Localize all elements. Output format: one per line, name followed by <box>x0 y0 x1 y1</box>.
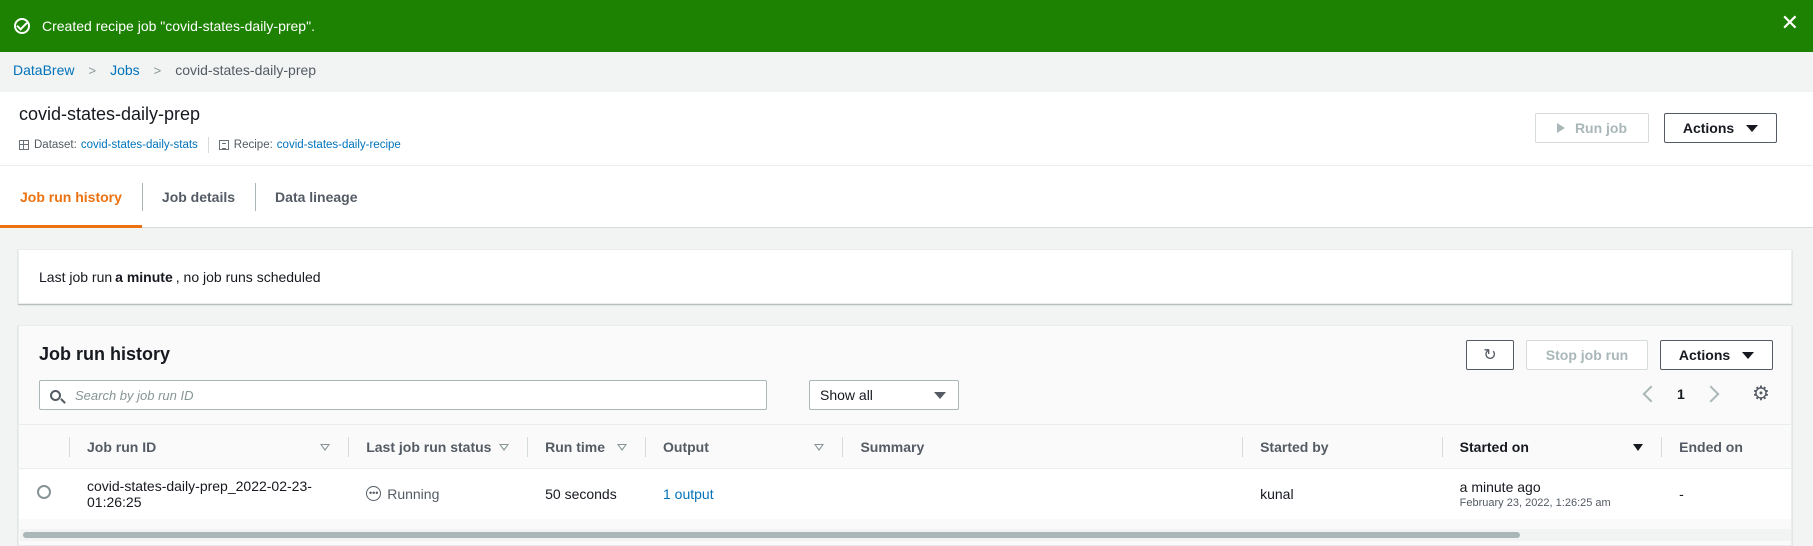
stop-job-run-label: Stop job run <box>1545 347 1629 363</box>
horizontal-scrollbar[interactable] <box>20 529 1791 541</box>
close-icon[interactable]: ✕ <box>1781 12 1799 34</box>
column-label: Last job run status <box>366 438 492 455</box>
column-started-by: Started by <box>1242 424 1442 469</box>
scrollbar-thumb[interactable] <box>23 532 1520 538</box>
page-header: covid-states-daily-prep Dataset: covid-s… <box>0 92 1813 166</box>
last-run-prefix: Last job run <box>39 268 113 285</box>
refresh-button[interactable]: ↻ <box>1466 340 1514 370</box>
status-text: Running <box>387 485 440 502</box>
run-time-cell: 50 seconds <box>545 485 617 502</box>
sort-icon[interactable] <box>814 444 825 451</box>
column-label: Output <box>663 438 709 455</box>
chevron-left-icon[interactable] <box>1642 385 1660 403</box>
sort-desc-icon[interactable] <box>1633 444 1644 451</box>
tab-bar: Job run history Job details Data lineage <box>0 166 1813 228</box>
column-summary: Summary <box>842 424 1243 469</box>
status-cell: ••• Running <box>348 469 527 519</box>
tab-job-run-history[interactable]: Job run history <box>0 166 142 228</box>
status-filter-select[interactable]: Show all <box>809 380 959 410</box>
flash-message: Created recipe job "covid-states-daily-p… <box>42 18 315 34</box>
dataset-label: Dataset: <box>34 139 77 151</box>
job-run-id-cell: covid-states-daily-prep_2022-02-23-01:26… <box>87 477 312 510</box>
page-title: covid-states-daily-prep <box>19 104 201 124</box>
column-ended-on: Ended on <box>1661 424 1791 469</box>
success-flashbar: Created recipe job "covid-states-daily-p… <box>0 0 1813 52</box>
chevron-right-icon: > <box>88 62 97 78</box>
row-radio[interactable] <box>37 485 51 500</box>
column-label: Summary <box>860 438 925 455</box>
column-label: Started by <box>1260 438 1329 455</box>
dataset-link[interactable]: covid-states-daily-stats <box>81 139 198 151</box>
column-started-on[interactable]: Started on <box>1441 424 1662 469</box>
play-icon <box>1556 123 1565 133</box>
started-on-detail: February 23, 2022, 1:26:25 am <box>1459 496 1611 509</box>
job-meta: Dataset: covid-states-daily-stats Recipe… <box>19 137 401 153</box>
pagination: 1 <box>1642 385 1720 403</box>
job-run-history-panel: Job run history ↻ Stop job run Actions S… <box>18 325 1792 546</box>
table-row: covid-states-daily-prep_2022-02-23-01:26… <box>19 469 1791 519</box>
divider <box>207 137 209 153</box>
column-run-time[interactable]: Run time <box>527 424 645 469</box>
table-header-row: Job run ID Last job run status Run time … <box>19 424 1791 469</box>
column-label: Job run ID <box>87 438 157 455</box>
recipe-icon <box>218 140 229 150</box>
column-label: Started on <box>1459 438 1529 455</box>
stop-job-run-button[interactable]: Stop job run <box>1526 340 1648 370</box>
breadcrumb: DataBrew > Jobs > covid-states-daily-pre… <box>13 62 316 78</box>
ended-on-cell: - <box>1679 485 1684 502</box>
last-run-suffix: , no job runs scheduled <box>175 268 321 285</box>
caret-down-icon <box>934 392 946 399</box>
started-on-cell: a minute ago February 23, 2022, 1:26:25 … <box>1442 469 1661 519</box>
caret-down-icon <box>1746 124 1759 132</box>
column-label: Ended on <box>1679 438 1743 455</box>
breadcrumb-jobs[interactable]: Jobs <box>110 62 140 78</box>
recipe-label: Recipe: <box>233 139 273 151</box>
tab-data-lineage[interactable]: Data lineage <box>255 166 377 227</box>
gear-icon[interactable]: ⚙ <box>1752 381 1770 406</box>
in-progress-icon: ••• <box>366 486 382 502</box>
chevron-right-icon[interactable] <box>1702 385 1720 403</box>
column-output[interactable]: Output <box>645 424 843 469</box>
search-input[interactable] <box>75 387 715 403</box>
output-link[interactable]: 1 output <box>663 486 714 502</box>
actions-button[interactable]: Actions <box>1664 113 1777 143</box>
select-column-header <box>19 424 69 469</box>
check-circle-icon <box>14 18 30 34</box>
breadcrumb-databrew[interactable]: DataBrew <box>13 62 74 78</box>
output-cell: 1 output <box>645 469 842 519</box>
search-icon <box>50 389 61 401</box>
last-run-bold: a minute <box>115 268 173 285</box>
current-page[interactable]: 1 <box>1677 386 1685 402</box>
recipe-link[interactable]: covid-states-daily-recipe <box>277 139 401 151</box>
table-icon <box>19 140 29 150</box>
tab-job-details[interactable]: Job details <box>141 166 255 227</box>
run-job-button[interactable]: Run job <box>1535 113 1649 143</box>
started-on-relative: a minute ago <box>1459 478 1541 495</box>
refresh-icon: ↻ <box>1483 347 1497 364</box>
started-by-cell: kunal <box>1260 485 1294 502</box>
job-runs-table: Job run ID Last job run status Run time … <box>19 424 1791 519</box>
column-status[interactable]: Last job run status <box>348 424 528 469</box>
run-job-label: Run job <box>1574 120 1628 136</box>
panel-actions-button[interactable]: Actions <box>1660 340 1773 370</box>
row-select-cell <box>19 469 69 519</box>
summary-cell <box>842 469 1242 519</box>
sort-icon[interactable] <box>499 444 510 451</box>
last-run-info: Last job run a minute , no job runs sche… <box>18 249 1792 304</box>
status-indicator: ••• Running <box>366 486 509 502</box>
caret-down-icon <box>1742 351 1755 359</box>
search-field[interactable] <box>39 380 767 410</box>
panel-actions-label: Actions <box>1678 347 1731 363</box>
actions-label: Actions <box>1682 120 1735 136</box>
breadcrumb-current: covid-states-daily-prep <box>175 62 317 78</box>
sort-icon[interactable] <box>320 444 331 451</box>
column-label: Run time <box>545 438 605 455</box>
chevron-right-icon: > <box>153 62 162 78</box>
panel-title: Job run history <box>39 344 171 364</box>
column-job-run-id[interactable]: Job run ID <box>69 424 349 469</box>
sort-icon[interactable] <box>617 444 627 451</box>
status-filter-value: Show all <box>820 387 873 403</box>
